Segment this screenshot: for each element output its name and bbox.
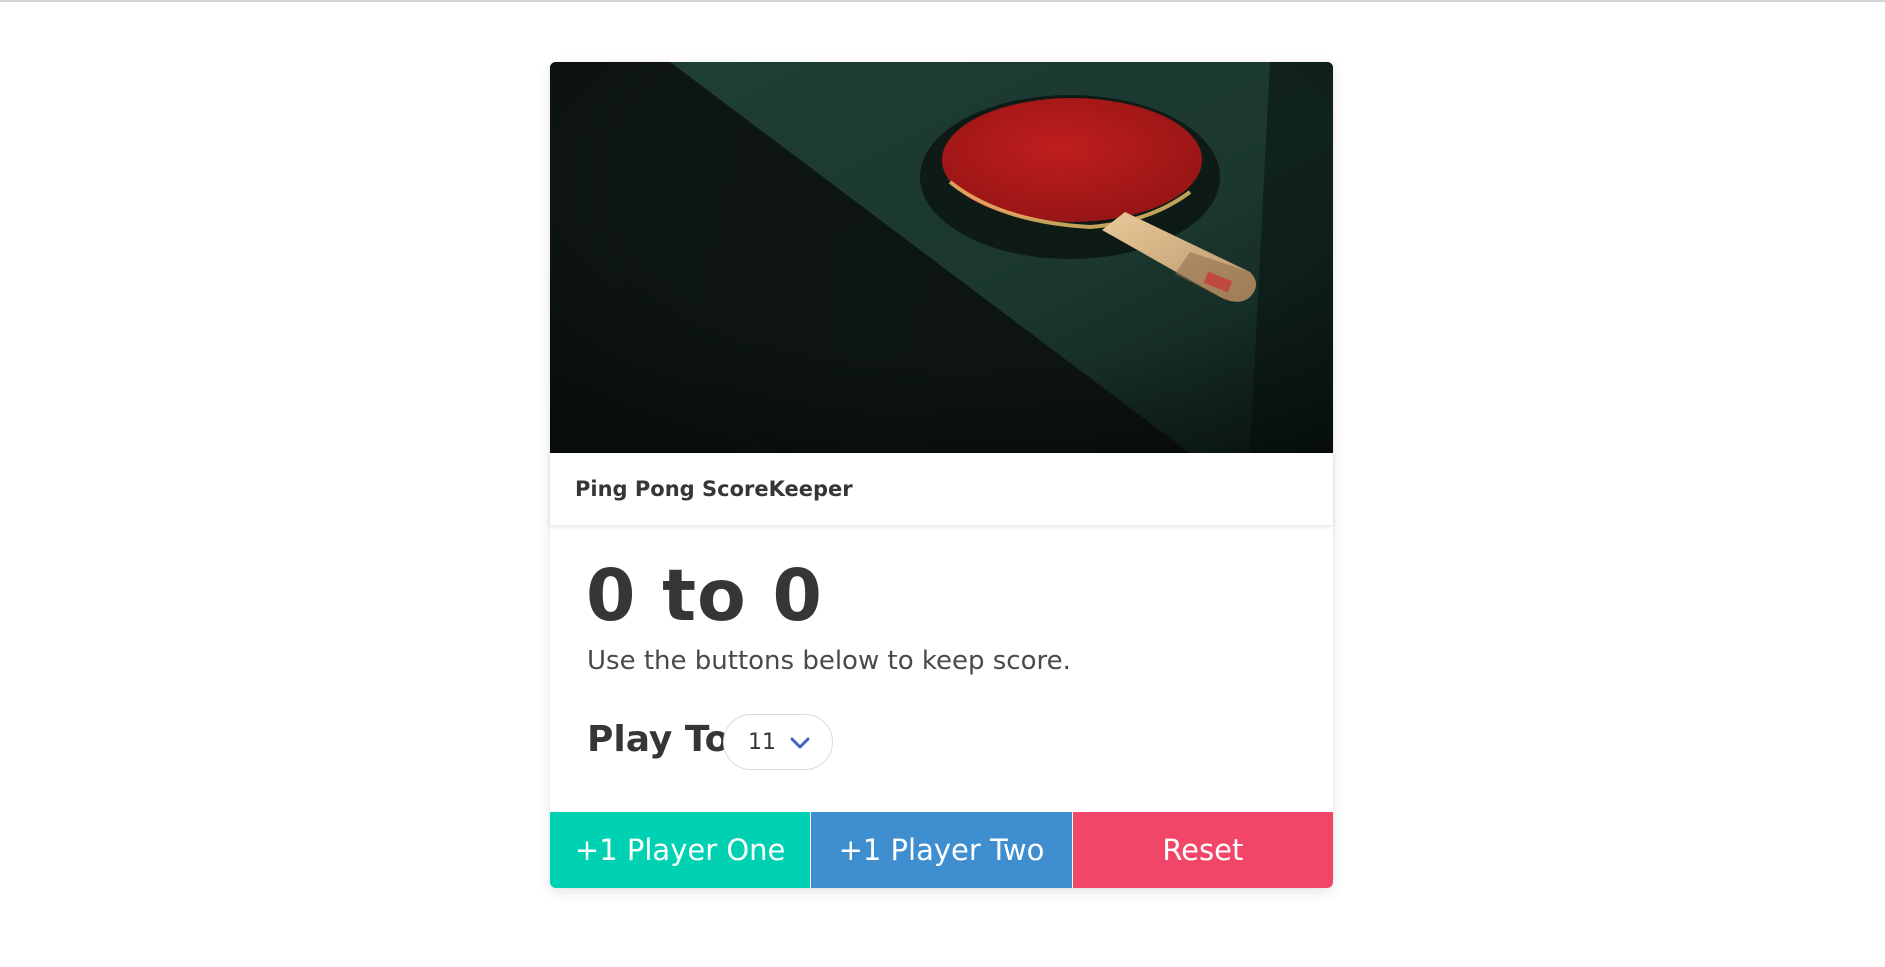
play-to-selected-value: 11 — [748, 730, 776, 755]
scorekeeper-card: Ping Pong ScoreKeeper 0 to 0 Use the but… — [550, 62, 1333, 888]
reset-button[interactable]: Reset — [1072, 812, 1333, 888]
player-one-button[interactable]: +1 Player One — [550, 812, 811, 888]
card-header: Ping Pong ScoreKeeper — [550, 453, 1333, 525]
play-to-select[interactable]: 11 — [723, 714, 833, 770]
score-display: 0 to 0 — [586, 554, 823, 637]
app-title: Ping Pong ScoreKeeper — [575, 477, 853, 501]
ping-pong-paddle-image — [550, 62, 1333, 453]
chevron-down-icon — [789, 734, 811, 752]
top-divider — [0, 0, 1885, 2]
player-two-button[interactable]: +1 Player Two — [811, 812, 1072, 888]
instructions-text: Use the buttons below to keep score. — [587, 646, 1071, 676]
button-footer: +1 Player One +1 Player Two Reset — [550, 812, 1333, 888]
play-to-label: Play To: — [587, 719, 744, 760]
